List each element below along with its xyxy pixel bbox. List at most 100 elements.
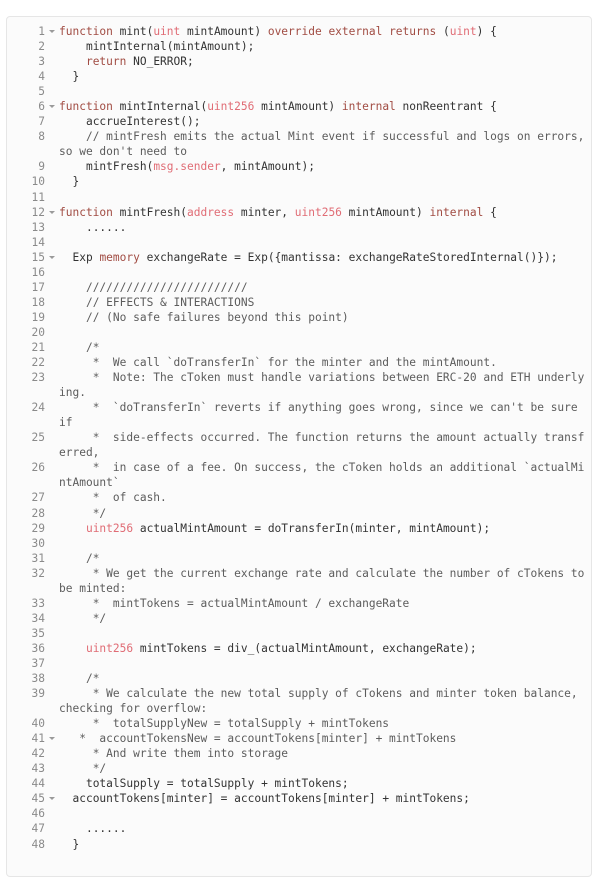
fold-toggle[interactable] — [45, 731, 59, 746]
code-block[interactable]: 1 function mint(uint mintAmount) override… — [6, 16, 592, 877]
code-text: Exp memory exchangeRate = Exp({mantissa:… — [59, 250, 591, 265]
token-kw: return — [85, 55, 127, 69]
token-pln — [59, 522, 86, 535]
token-kw: function — [59, 100, 113, 114]
code-line: 20 — [7, 325, 591, 340]
line-number: 21 — [31, 340, 45, 354]
token-pln: mintFresh( — [59, 160, 154, 174]
token-pln: ) { — [476, 25, 497, 38]
line-number: 19 — [31, 310, 45, 324]
code-text: /* — [59, 551, 591, 566]
line-number: 11 — [31, 190, 45, 204]
line-number: 45 — [31, 792, 45, 806]
token-pln: totalSupply = totalSupply + mintTokens; — [59, 777, 349, 791]
token-pln: { — [483, 205, 497, 219]
fold-toggle[interactable] — [45, 250, 59, 265]
line-number: 4 — [38, 70, 45, 84]
token-cmt: * of cash. — [59, 491, 167, 505]
code-line: 18 // EFFECTS & INTERACTIONS — [7, 295, 591, 310]
token-cmt: * side-effects occurred. The function re… — [59, 431, 585, 460]
code-text: accountTokens[minter] = accountTokens[mi… — [59, 791, 591, 806]
token-typ: uint256 — [85, 641, 134, 655]
code-line: 13 ...... — [7, 220, 591, 235]
line-number: 48 — [31, 837, 45, 851]
token-kw: override external returns — [267, 25, 437, 38]
code-line: 36 uint256 mintTokens = div_(actualMintA… — [7, 641, 591, 656]
code-text: * of cash. — [59, 490, 591, 505]
line-number: 5 — [38, 85, 45, 99]
line-number: 36 — [31, 641, 45, 655]
token-cmt: // (No safe failures beyond this point) — [59, 310, 349, 324]
code-line: 12 function mintFresh(address minter, uin… — [7, 205, 591, 220]
fold-toggle[interactable] — [45, 24, 59, 39]
token-pln: mintTokens = div_(actualMintAmount, exch… — [133, 641, 477, 655]
chevron-down-icon — [49, 210, 55, 214]
code-line: 41 * accountTokensNew = accountTokens[mi… — [7, 731, 591, 746]
token-kw: function — [59, 205, 113, 219]
fold-toggle[interactable] — [45, 205, 59, 220]
token-cmt: // mintFresh emits the actual Mint event… — [59, 130, 592, 159]
code-line: 42 * And write them into storage — [7, 746, 591, 761]
line-number: 14 — [31, 235, 45, 249]
code-line: 6 function mintInternal(uint256 mintAmoun… — [7, 99, 591, 114]
code-line: 2 mintInternal(mintAmount); — [7, 39, 591, 54]
line-number: 33 — [31, 596, 45, 610]
token-typ: uint256 — [294, 205, 342, 219]
token-cmt: /* — [59, 340, 100, 354]
token-cmt: * We get the current exchange rate and c… — [59, 566, 592, 595]
line-number: 15 — [31, 250, 45, 264]
line-number: 26 — [31, 461, 45, 475]
code-text: // (No safe failures beyond this point) — [59, 310, 591, 325]
token-pln: NO_ERROR; — [126, 55, 194, 69]
code-text: * `doTransferIn` reverts if anything goe… — [59, 400, 591, 430]
line-number: 38 — [31, 672, 45, 686]
line-number: 12 — [31, 205, 45, 219]
code-line: 35 — [7, 626, 591, 641]
code-line: 16 — [7, 265, 591, 280]
code-line: 31 /* — [7, 551, 591, 566]
fold-toggle[interactable] — [45, 791, 59, 806]
token-cmt: // EFFECTS & INTERACTIONS — [59, 295, 255, 309]
code-line: 5 — [7, 84, 591, 99]
code-line: 46 — [7, 806, 591, 821]
token-cmt: //////////////////////// — [59, 280, 248, 294]
token-cmt: * in case of a fee. On success, the cTok… — [59, 461, 585, 490]
code-text: * totalSupplyNew = totalSupply + mintTok… — [59, 716, 591, 731]
code-text: function mintInternal(uint256 mintAmount… — [59, 99, 591, 114]
line-number: 32 — [31, 566, 45, 580]
token-pln: mintAmount) — [180, 25, 268, 38]
code-text: * We get the current exchange rate and c… — [59, 566, 591, 596]
code-line: 28 */ — [7, 506, 591, 521]
code-line: 26 * in case of a fee. On success, the c… — [7, 460, 591, 490]
line-number: 13 — [31, 220, 45, 234]
token-kw: memory — [99, 250, 140, 264]
line-number: 10 — [31, 175, 45, 189]
fold-toggle[interactable] — [45, 99, 59, 114]
code-line: 4 } — [7, 69, 591, 84]
code-line: 21 /* — [7, 340, 591, 355]
code-text: // EFFECTS & INTERACTIONS — [59, 295, 591, 310]
token-typ: uint — [153, 25, 181, 38]
line-number: 43 — [31, 762, 45, 776]
token-pln: ...... — [59, 822, 127, 836]
